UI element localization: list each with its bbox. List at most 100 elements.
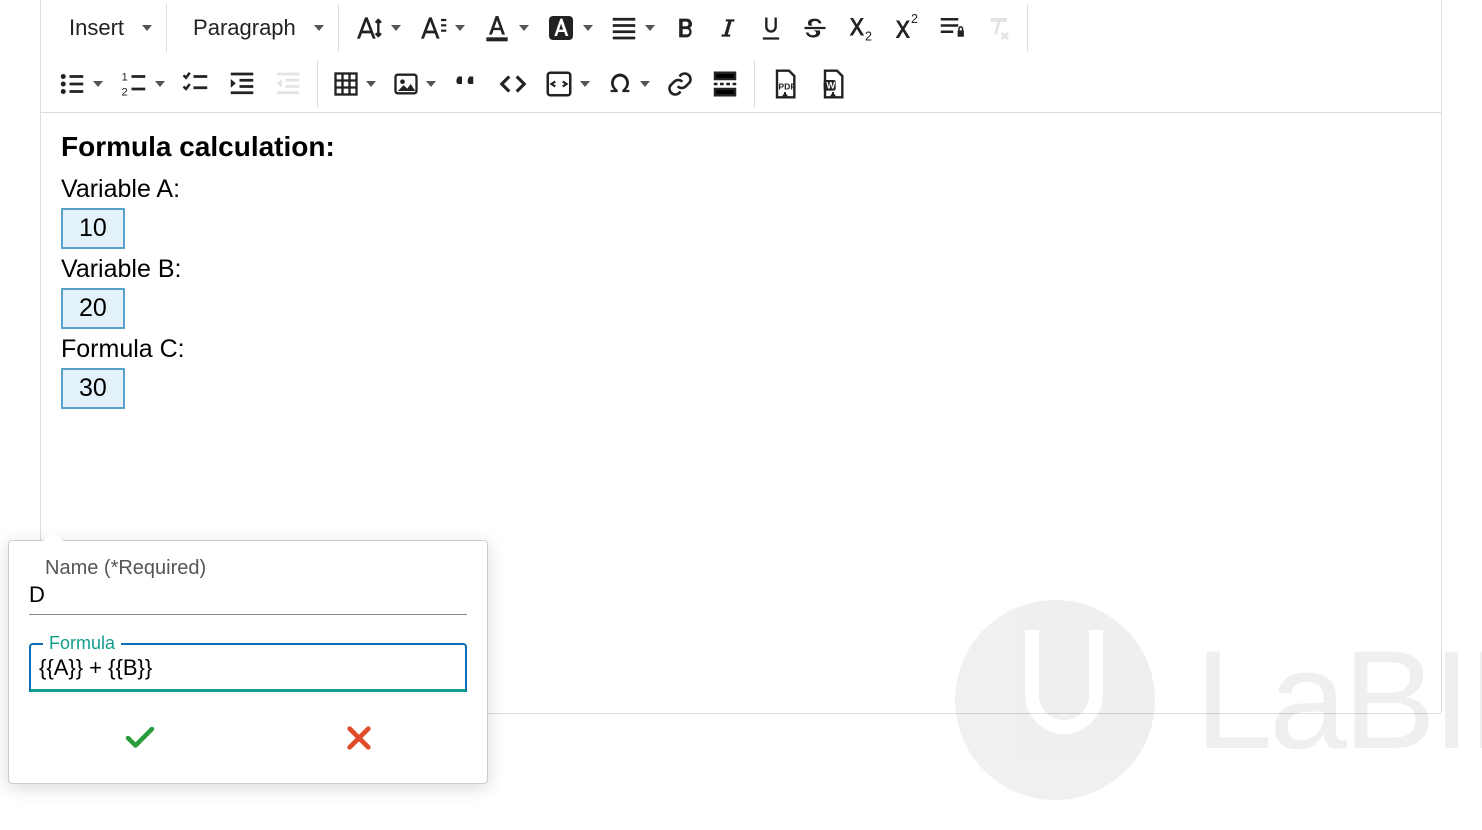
chevron-down-icon [366, 81, 376, 87]
table-icon [332, 70, 360, 98]
svg-text:2: 2 [865, 30, 872, 44]
italic-button[interactable] [707, 4, 749, 52]
text-color-icon [481, 12, 513, 44]
chevron-down-icon [93, 81, 103, 87]
separator [338, 4, 339, 52]
formula-field-label: Formula [43, 633, 121, 654]
chevron-down-icon [142, 25, 152, 31]
align-icon [609, 13, 639, 43]
image-button[interactable] [384, 60, 444, 108]
chevron-down-icon [519, 25, 529, 31]
numbered-list-icon: 12 [119, 69, 149, 99]
chevron-down-icon [580, 81, 590, 87]
special-char-button[interactable] [598, 60, 658, 108]
text-color-button[interactable] [473, 4, 537, 52]
svg-text:1: 1 [122, 71, 128, 83]
indent-button[interactable] [219, 60, 265, 108]
underline-icon [757, 14, 785, 42]
svg-text:2: 2 [122, 86, 128, 98]
quote-icon [452, 69, 482, 99]
x-icon [343, 722, 375, 754]
checklist-button[interactable] [173, 60, 219, 108]
lock-list-icon [937, 13, 967, 43]
code-button[interactable] [490, 60, 536, 108]
word-icon: W [817, 68, 849, 100]
font-size-icon [353, 12, 385, 44]
chevron-down-icon [314, 25, 324, 31]
popup-actions [29, 716, 467, 763]
link-button[interactable] [658, 60, 702, 108]
underline-button[interactable] [749, 4, 793, 52]
image-icon [392, 70, 420, 98]
strikethrough-icon [801, 14, 829, 42]
var-a-label: Variable A: [61, 175, 1421, 204]
bold-button[interactable] [663, 4, 707, 52]
strikethrough-button[interactable] [793, 4, 837, 52]
paragraph-dropdown[interactable]: Paragraph [173, 4, 332, 52]
var-a-box[interactable]: 10 [61, 208, 125, 249]
blockquote-button[interactable] [444, 60, 490, 108]
italic-icon [715, 15, 741, 41]
indent-icon [227, 69, 257, 99]
outdent-button[interactable] [265, 60, 311, 108]
cancel-button[interactable] [323, 716, 395, 763]
svg-text:PDF: PDF [778, 81, 795, 91]
highlight-color-button[interactable] [537, 4, 601, 52]
superscript-button[interactable]: 2 [883, 4, 929, 52]
subscript-icon: 2 [845, 13, 875, 43]
font-family-button[interactable] [409, 4, 473, 52]
separator [754, 60, 755, 108]
name-field: Name (*Required) [29, 557, 467, 615]
chevron-down-icon [426, 81, 436, 87]
export-word-button[interactable]: W [809, 60, 857, 108]
chevron-down-icon [583, 25, 593, 31]
code-block-button[interactable] [536, 60, 598, 108]
doc-heading: Formula calculation: [61, 131, 1421, 163]
export-pdf-button[interactable]: PDF [761, 60, 809, 108]
font-family-icon [417, 12, 449, 44]
var-b-box[interactable]: 20 [61, 288, 125, 329]
toolbar-row-1: Insert Paragraph [41, 0, 1441, 56]
pdf-icon: PDF [769, 68, 801, 100]
chevron-down-icon [645, 25, 655, 31]
formula-input[interactable] [39, 655, 457, 681]
align-button[interactable] [601, 4, 663, 52]
checklist-icon [181, 69, 211, 99]
chevron-down-icon [455, 25, 465, 31]
name-input[interactable] [29, 580, 467, 615]
separator [1027, 4, 1028, 52]
bold-icon [671, 14, 699, 42]
clear-format-button[interactable] [975, 4, 1021, 52]
chevron-down-icon [640, 81, 650, 87]
table-button[interactable] [324, 60, 384, 108]
subscript-button[interactable]: 2 [837, 4, 883, 52]
font-size-button[interactable] [345, 4, 409, 52]
numbered-list-button[interactable]: 12 [111, 60, 173, 108]
confirm-button[interactable] [102, 716, 178, 763]
name-field-label: Name (*Required) [45, 557, 467, 580]
clear-format-icon [983, 13, 1013, 43]
bullet-list-button[interactable] [49, 60, 111, 108]
link-icon [666, 70, 694, 98]
superscript-icon: 2 [891, 13, 921, 43]
svg-text:2: 2 [911, 13, 918, 26]
check-icon [122, 720, 158, 756]
chevron-down-icon [391, 25, 401, 31]
bullet-list-icon [57, 69, 87, 99]
paragraph-label: Paragraph [181, 15, 308, 41]
formula-c-label: Formula C: [61, 335, 1421, 364]
toolbar-row-2: 12 [41, 56, 1441, 112]
formula-c-box[interactable]: 30 [61, 368, 125, 409]
page-break-button[interactable] [702, 60, 748, 108]
highlight-icon [545, 12, 577, 44]
separator [317, 60, 318, 108]
lock-list-button[interactable] [929, 4, 975, 52]
separator [166, 4, 167, 52]
omega-icon [606, 70, 634, 98]
svg-text:W: W [826, 81, 835, 91]
code-icon [498, 69, 528, 99]
insert-dropdown[interactable]: Insert [49, 4, 160, 52]
outdent-icon [273, 69, 303, 99]
chevron-down-icon [155, 81, 165, 87]
editor-toolbar: Insert Paragraph [41, 0, 1441, 113]
